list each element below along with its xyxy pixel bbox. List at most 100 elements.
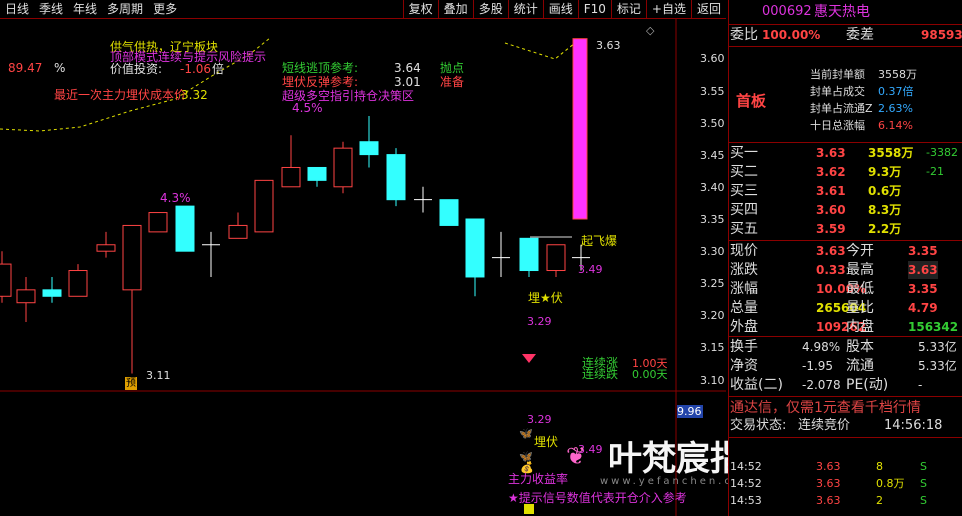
period-season[interactable]: 季线 bbox=[34, 0, 68, 18]
candle[interactable] bbox=[42, 276, 62, 303]
candle[interactable] bbox=[122, 224, 142, 374]
panel-rule bbox=[728, 240, 962, 241]
candle[interactable] bbox=[439, 199, 459, 226]
trade-status-value: 连续竞价 bbox=[798, 418, 851, 433]
candle[interactable] bbox=[333, 141, 353, 194]
info-row: 封单占成交 0.37倍 bbox=[728, 83, 962, 101]
candle-body bbox=[546, 244, 566, 272]
tool-multistock-button[interactable]: 多股 bbox=[472, 0, 508, 18]
bid-price: 3.62 bbox=[816, 165, 846, 179]
candle[interactable] bbox=[307, 166, 327, 187]
stock-code: 000692 bbox=[762, 4, 812, 19]
yaxis-tick: 3.40 bbox=[700, 181, 725, 194]
candle[interactable] bbox=[546, 244, 566, 277]
yield-label: 主力收益率 bbox=[508, 472, 569, 486]
maifu-label: 埋★伏 bbox=[528, 291, 563, 305]
yaxis-tick: 3.55 bbox=[700, 85, 725, 98]
tool-draw-button[interactable]: 画线 bbox=[542, 0, 578, 18]
stat-label: 现价 bbox=[730, 243, 758, 259]
ma-line-right bbox=[504, 42, 576, 60]
left-pct: % bbox=[54, 61, 66, 75]
candle-body bbox=[465, 218, 485, 278]
candle[interactable] bbox=[465, 218, 485, 297]
bid-row: 买二 3.62 9.3万 -21 bbox=[728, 163, 962, 181]
weibi-value: 100.00% bbox=[762, 28, 821, 42]
rebound-tag: 准备 bbox=[440, 75, 465, 89]
escape-value: 3.64 bbox=[394, 61, 421, 75]
stat-value: - bbox=[918, 378, 923, 392]
info-label: 封单占流通Z bbox=[810, 102, 873, 115]
candle[interactable] bbox=[228, 212, 248, 239]
cost-value: 3.32 bbox=[181, 88, 208, 102]
yaxis-tick: 3.25 bbox=[700, 277, 725, 290]
candle[interactable] bbox=[175, 205, 195, 252]
tool-fuquan-button[interactable]: 复权 bbox=[402, 0, 438, 18]
candle[interactable] bbox=[359, 115, 379, 168]
tick-volume: 0.8万 bbox=[876, 477, 905, 490]
stat-value: 5.33亿 bbox=[918, 340, 957, 354]
tick-volume: 2 bbox=[876, 494, 883, 507]
stock-name: 惠天热电 bbox=[814, 4, 870, 20]
rebound-label: 埋伏反弹参考: bbox=[282, 75, 359, 89]
candle[interactable] bbox=[254, 179, 274, 233]
tool-overlay-button[interactable]: 叠加 bbox=[437, 0, 473, 18]
bid-label: 买二 bbox=[730, 164, 758, 180]
candle[interactable] bbox=[68, 264, 88, 297]
candle[interactable] bbox=[572, 38, 588, 220]
candle-body bbox=[175, 205, 195, 252]
candle[interactable] bbox=[96, 231, 116, 258]
panel-rule bbox=[728, 396, 962, 397]
bid-volume: 8.3万 bbox=[868, 203, 902, 217]
tool-add-watch-button[interactable]: +自选 bbox=[645, 0, 691, 18]
period-year[interactable]: 年线 bbox=[68, 0, 102, 18]
info-value: 2.63% bbox=[878, 102, 913, 115]
period-multi[interactable]: 多周期 bbox=[102, 0, 148, 18]
candle-body bbox=[148, 212, 168, 233]
value-unit: 倍 bbox=[212, 62, 225, 76]
candle[interactable] bbox=[386, 148, 406, 207]
tool-toolbar: 复权 叠加 多股 统计 画线 F10 标记 +自选 返回 bbox=[402, 0, 726, 18]
butterfly-logo-icon: ❦ bbox=[566, 442, 587, 470]
stat-value: -2.078 bbox=[802, 378, 841, 392]
stat-label: 外盘 bbox=[730, 319, 758, 335]
tool-f10-button[interactable]: F10 bbox=[577, 0, 611, 18]
candle[interactable] bbox=[281, 135, 301, 188]
stat-label: 换手 bbox=[730, 339, 758, 355]
stat-value: 3.35 bbox=[908, 244, 938, 258]
period-more[interactable]: 更多 bbox=[148, 0, 182, 18]
candle[interactable] bbox=[414, 186, 432, 213]
tool-mark-button[interactable]: 标记 bbox=[610, 0, 646, 18]
stat-row: 涨跌 0.33 最高 3.63 bbox=[728, 261, 962, 279]
promo-link[interactable]: 通达信，仅需1元查看千档行情 bbox=[730, 399, 921, 417]
yaxis-tick: 3.30 bbox=[700, 245, 725, 258]
tool-stats-button[interactable]: 统计 bbox=[507, 0, 543, 18]
panel-rule bbox=[728, 46, 962, 47]
tick-flag: S bbox=[920, 460, 927, 473]
stat-row: 涨幅 10.00% 最低 3.35 bbox=[728, 280, 962, 298]
tool-back-button[interactable]: 返回 bbox=[690, 0, 726, 18]
v329-label: 3.29 bbox=[527, 315, 552, 328]
candle[interactable] bbox=[148, 212, 168, 233]
yaxis-tick: 3.50 bbox=[700, 117, 725, 130]
stat-value: 0.33 bbox=[816, 263, 846, 277]
candle[interactable] bbox=[202, 231, 220, 277]
candle[interactable] bbox=[0, 251, 12, 303]
bid-row: 买五 3.59 2.2万 bbox=[728, 220, 962, 238]
diamond-toggle-icon[interactable]: ◇ bbox=[646, 24, 654, 37]
candle[interactable] bbox=[519, 237, 539, 277]
tick-row: 14:52 3.63 8 S bbox=[728, 458, 962, 476]
candle[interactable] bbox=[16, 276, 36, 323]
bid-volume: 2.2万 bbox=[868, 222, 902, 236]
candle-body bbox=[42, 289, 62, 297]
escape-label: 短线逃顶参考: bbox=[282, 61, 359, 75]
period-day[interactable]: 日线 bbox=[0, 0, 34, 18]
candle[interactable] bbox=[492, 231, 510, 277]
value-label: 价值投资: bbox=[110, 62, 163, 76]
stat-value: 5.33亿 bbox=[918, 359, 957, 373]
stat-row: 外盘 109262 内盘 156342 bbox=[728, 318, 962, 336]
pct-label-2: 4.3% bbox=[160, 191, 191, 205]
stat-row: 总量 265604 量比 4.79 bbox=[728, 299, 962, 317]
candle-body bbox=[333, 147, 353, 188]
candle-body bbox=[386, 154, 406, 201]
trade-status-label: 交易状态: bbox=[730, 418, 787, 433]
